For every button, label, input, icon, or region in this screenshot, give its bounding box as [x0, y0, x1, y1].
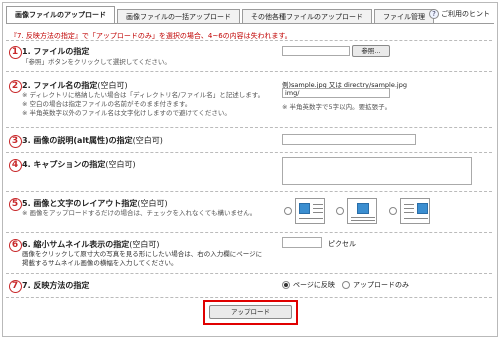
- section-title: 2. ファイル名の指定(空白可): [22, 81, 128, 90]
- reflect-page-radio[interactable]: [282, 281, 290, 289]
- tab-other-files-upload[interactable]: その他各種ファイルのアップロード: [242, 9, 372, 24]
- question-circle-icon: ?: [429, 9, 439, 19]
- section-title: 7. 反映方法の指定: [22, 281, 90, 290]
- layout-radio[interactable]: [389, 207, 397, 215]
- layout-image-right-icon: [400, 198, 430, 224]
- section-title: 4. キャプションの指定(空白可): [22, 160, 136, 169]
- section-title: 5. 画像と文字のレイアウト指定(空白可): [22, 199, 168, 208]
- upload-only-label: アップロードのみ: [353, 281, 409, 289]
- section-note-3: ※ 半角英数字以外のファイル名は文字化けしますので避けてください。: [22, 109, 231, 117]
- tab-image-upload[interactable]: 画像ファイルのアップロード: [6, 6, 115, 24]
- section-title: 1. ファイルの指定: [22, 47, 90, 56]
- layout-option-image-right[interactable]: [389, 198, 430, 224]
- tab-divider: [6, 23, 494, 24]
- option-upload-only[interactable]: アップロードのみ: [342, 280, 409, 290]
- section-number-3: 3: [8, 133, 22, 148]
- layout-option-image-left[interactable]: [284, 198, 325, 224]
- tab-bulk-upload[interactable]: 画像ファイルの一括アップロード: [117, 9, 240, 24]
- section-file: 1 1. ファイルの指定 「参照」ボタンをクリックして選択してください。 参照.…: [6, 40, 492, 70]
- layout-radio[interactable]: [284, 207, 292, 215]
- section-number-1: 1: [8, 44, 22, 59]
- section-note: 「参照」ボタンをクリックして選択してください。: [22, 58, 171, 66]
- section-number-7: 7: [8, 278, 22, 293]
- caption-textarea[interactable]: [282, 157, 472, 185]
- section-number-4: 4: [8, 157, 22, 172]
- layout-option-image-center[interactable]: [336, 198, 377, 224]
- file-path-input[interactable]: [282, 46, 350, 56]
- section-number-5: 5: [8, 196, 22, 211]
- section-note-1: 画像をクリックして原寸大の写真を見る形にしたい場合は、右の入力欄にページに: [22, 250, 263, 258]
- section-reflect-method: 7 7. 反映方法の指定 ページに反映 アップロードのみ: [6, 273, 492, 297]
- browse-button[interactable]: 参照...: [352, 45, 390, 57]
- section-title: 6. 縮小サムネイル表示の指定(空白可): [22, 240, 160, 249]
- reflect-page-label: ページに反映: [293, 281, 335, 289]
- section-note: ※ 画像をアップロードするだけの場合は、チェックを入れなくても構いません。: [22, 209, 257, 217]
- section-number-6: 6: [8, 237, 22, 252]
- section-note-2: ※ 空白の場合は指定ファイルの名前がそのまま付きます。: [22, 100, 192, 108]
- section-number-2: 2: [8, 78, 22, 93]
- section-alt: 3 3. 画像の説明(alt属性)の指定(空白可): [6, 127, 492, 151]
- tab-bar: 画像ファイルのアップロード 画像ファイルの一括アップロード その他各種ファイルの…: [6, 5, 436, 24]
- section-layout: 5 5. 画像と文字のレイアウト指定(空白可) ※ 画像をアップロードするだけの…: [6, 191, 492, 231]
- help-link[interactable]: ? ご利用のヒント: [429, 9, 490, 19]
- upload-only-radio[interactable]: [342, 281, 350, 289]
- thumbnail-width-input[interactable]: [282, 237, 322, 248]
- section-divider: [6, 297, 492, 298]
- help-label: ご利用のヒント: [441, 10, 490, 18]
- alt-text-input[interactable]: [282, 134, 416, 145]
- filename-rule-note: ※ 半角英数字で5字以内。要拡張子。: [282, 103, 392, 111]
- section-note-2: 掲載するサムネイル画像の横幅を入力してください。: [22, 259, 178, 267]
- filename-input[interactable]: img/: [282, 88, 390, 98]
- pixel-unit-label: ピクセル: [328, 240, 356, 248]
- section-caption: 4 4. キャプションの指定(空白可): [6, 152, 492, 190]
- tab-file-management[interactable]: ファイル管理: [374, 9, 434, 24]
- section-thumbnail: 6 6. 縮小サムネイル表示の指定(空白可) 画像をクリックして原寸大の写真を見…: [6, 232, 492, 272]
- section-title: 3. 画像の説明(alt属性)の指定(空白可): [22, 136, 163, 145]
- section-note-1: ※ ディレクトリに格納したい場合は「ディレクトリ名/ファイル名」と記述します。: [22, 91, 265, 99]
- option-reflect-page[interactable]: ページに反映: [282, 280, 335, 290]
- layout-image-left-icon: [295, 198, 325, 224]
- layout-image-center-icon: [347, 198, 377, 224]
- layout-radio[interactable]: [336, 207, 344, 215]
- section-filename: 2 2. ファイル名の指定(空白可) ※ ディレクトリに格納したい場合は「ディレ…: [6, 71, 492, 126]
- upload-button[interactable]: アップロード: [209, 305, 292, 319]
